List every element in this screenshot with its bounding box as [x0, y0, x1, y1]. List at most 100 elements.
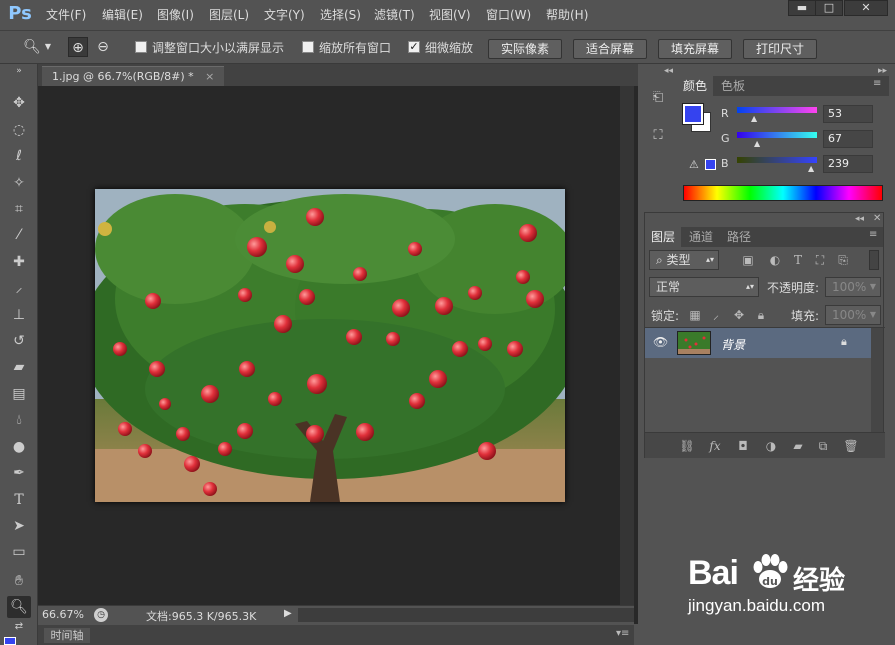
move-tool-icon[interactable]: ✥ [7, 92, 31, 114]
brush-tool-icon[interactable]: ⸝ [7, 277, 31, 299]
blend-mode-select[interactable]: 正常 ▴▾ [649, 277, 759, 297]
rectangle-tool-icon[interactable]: ▭ [7, 541, 31, 563]
layer-row[interactable]: 👁︎ 背景 🔒︎ [645, 328, 871, 358]
menu-select[interactable]: 选择(S) [320, 0, 361, 30]
zoom-tool-preset-icon[interactable]: 🔍︎ [22, 37, 42, 57]
properties-panel-icon[interactable]: ⛶ [648, 128, 668, 148]
menu-edit[interactable]: 编辑(E) [102, 0, 143, 30]
menu-view[interactable]: 视图(V) [429, 0, 471, 30]
close-icon[interactable]: ✕ [844, 0, 888, 16]
gamut-warning-icon[interactable]: ⚠ [689, 158, 699, 171]
filter-shape-icon[interactable]: ⛶ [812, 252, 828, 268]
blur-tool-icon[interactable]: 💧︎ [7, 409, 31, 431]
delete-layer-icon[interactable]: 🗑︎ [843, 438, 859, 454]
layer-filter-select[interactable]: ⌕ 类型 ▴▾ [649, 250, 719, 270]
close-icon[interactable]: ✕ [873, 213, 881, 224]
marquee-tool-icon[interactable]: ◌ [7, 119, 31, 141]
zoom-all-windows-checkbox[interactable] [302, 41, 314, 53]
menu-filter[interactable]: 滤镜(T) [374, 0, 415, 30]
crop-tool-icon[interactable]: ⌗ [7, 198, 31, 220]
zoom-tool-icon[interactable]: 🔍︎ [7, 596, 31, 618]
clone-stamp-tool-icon[interactable]: ⊥ [7, 304, 31, 326]
healing-brush-tool-icon[interactable]: ✚ [7, 251, 31, 273]
lock-position-icon[interactable]: ✥ [731, 307, 747, 323]
filter-smart-object-icon[interactable]: ⎘ [835, 252, 851, 268]
panel-menu-icon[interactable]: ≡ [873, 78, 881, 89]
eyedropper-tool-icon[interactable]: ⁄ [7, 224, 31, 246]
add-mask-icon[interactable]: ◘ [735, 438, 751, 454]
lasso-tool-icon[interactable]: ℓ [7, 145, 31, 167]
tab-channels[interactable]: 通道 [683, 227, 719, 247]
actual-pixels-button[interactable]: 实际像素 [488, 39, 562, 59]
lock-image-icon[interactable]: ⸝ [708, 307, 724, 323]
zoom-level[interactable]: 66.67% [42, 608, 84, 621]
new-layer-icon[interactable]: ⧉ [815, 438, 831, 454]
dodge-tool-icon[interactable]: ● [7, 436, 31, 458]
menu-type[interactable]: 文字(Y) [264, 0, 305, 30]
blue-value-input[interactable]: 239 [823, 155, 873, 173]
web-safe-swatch[interactable] [705, 159, 716, 170]
gradient-tool-icon[interactable]: ▤ [7, 383, 31, 405]
horizontal-scrollbar[interactable] [298, 608, 634, 622]
menu-image[interactable]: 图像(I) [157, 0, 194, 30]
panel-menu-icon[interactable]: ▾≡ [616, 628, 629, 639]
pen-tool-icon[interactable]: ✒ [7, 462, 31, 484]
collapse-panel-icon[interactable]: ◂◂ [855, 214, 864, 224]
history-panel-icon[interactable]: ⎗ [648, 90, 668, 110]
status-menu-arrow-icon[interactable]: ▶ [284, 608, 292, 619]
tab-color[interactable]: 颜色 [677, 76, 714, 96]
collapse-toolbox-icon[interactable]: » [7, 66, 31, 76]
new-group-icon[interactable]: ▰ [790, 438, 806, 454]
green-slider[interactable] [737, 132, 817, 138]
swap-colors-icon[interactable]: ⇄ [7, 620, 31, 634]
panel-menu-icon[interactable]: ≡ [869, 229, 877, 240]
collapse-dock-icon[interactable]: ◂◂ [664, 66, 673, 76]
resize-windows-checkbox[interactable] [135, 41, 147, 53]
menu-help[interactable]: 帮助(H) [546, 0, 588, 30]
opacity-input[interactable]: 100% ▼ [825, 277, 881, 297]
filter-adjustment-icon[interactable]: ◐ [767, 252, 783, 268]
expand-dock-icon[interactable]: ▸▸ [878, 66, 887, 76]
fill-screen-button[interactable]: 填充屏幕 [658, 39, 732, 59]
fill-input[interactable]: 100% ▼ [825, 305, 881, 325]
foreground-color-picker[interactable] [682, 103, 704, 125]
layers-scrollbar[interactable] [871, 328, 883, 432]
filter-toggle[interactable] [869, 250, 879, 270]
foreground-color-swatch[interactable] [4, 637, 16, 645]
menu-window[interactable]: 窗口(W) [486, 0, 531, 30]
slider-thumb-icon[interactable]: ▲ [754, 139, 760, 148]
blue-slider[interactable] [737, 157, 817, 163]
maximize-icon[interactable]: □ [815, 0, 843, 16]
magic-wand-tool-icon[interactable]: ✧ [7, 172, 31, 194]
eye-icon[interactable]: 👁︎ [653, 335, 668, 349]
menu-file[interactable]: 文件(F) [46, 0, 86, 30]
type-tool-icon[interactable]: T [7, 489, 31, 511]
zoom-in-icon[interactable]: ⊕ [68, 37, 88, 57]
scrubby-zoom-checkbox[interactable]: ✓ [408, 41, 420, 53]
lock-all-icon[interactable]: 🔒︎ [753, 307, 769, 323]
green-value-input[interactable]: 67 [823, 130, 873, 148]
close-tab-icon[interactable]: × [205, 70, 214, 83]
zoom-out-icon[interactable]: ⊖ [93, 37, 113, 57]
menu-layer[interactable]: 图层(L) [209, 0, 249, 30]
filter-type-icon[interactable]: T [790, 252, 806, 268]
canvas-image[interactable] [95, 189, 565, 502]
layer-style-icon[interactable]: fx [707, 438, 723, 454]
lock-transparent-icon[interactable]: ▦ [687, 307, 703, 323]
red-value-input[interactable]: 53 [823, 105, 873, 123]
red-slider[interactable] [737, 107, 817, 113]
chevron-down-icon[interactable]: ▼ [42, 37, 54, 57]
link-layers-icon[interactable]: ⛓ [679, 438, 695, 454]
filter-pixel-icon[interactable]: ▣ [740, 252, 756, 268]
adjustment-layer-icon[interactable]: ◑ [763, 438, 779, 454]
slider-thumb-icon[interactable]: ▲ [751, 114, 757, 123]
vertical-scrollbar[interactable] [620, 86, 634, 605]
timeline-tab[interactable]: 时间轴 [44, 628, 90, 643]
tab-paths[interactable]: 路径 [721, 227, 757, 247]
doc-info-icon[interactable]: ◷ [94, 608, 108, 622]
hand-tool-icon[interactable]: ✋︎ [7, 570, 31, 592]
color-spectrum-ramp[interactable] [683, 185, 883, 201]
minimize-icon[interactable]: ▬ [788, 0, 816, 16]
print-size-button[interactable]: 打印尺寸 [743, 39, 817, 59]
tab-swatches[interactable]: 色板 [715, 76, 751, 96]
